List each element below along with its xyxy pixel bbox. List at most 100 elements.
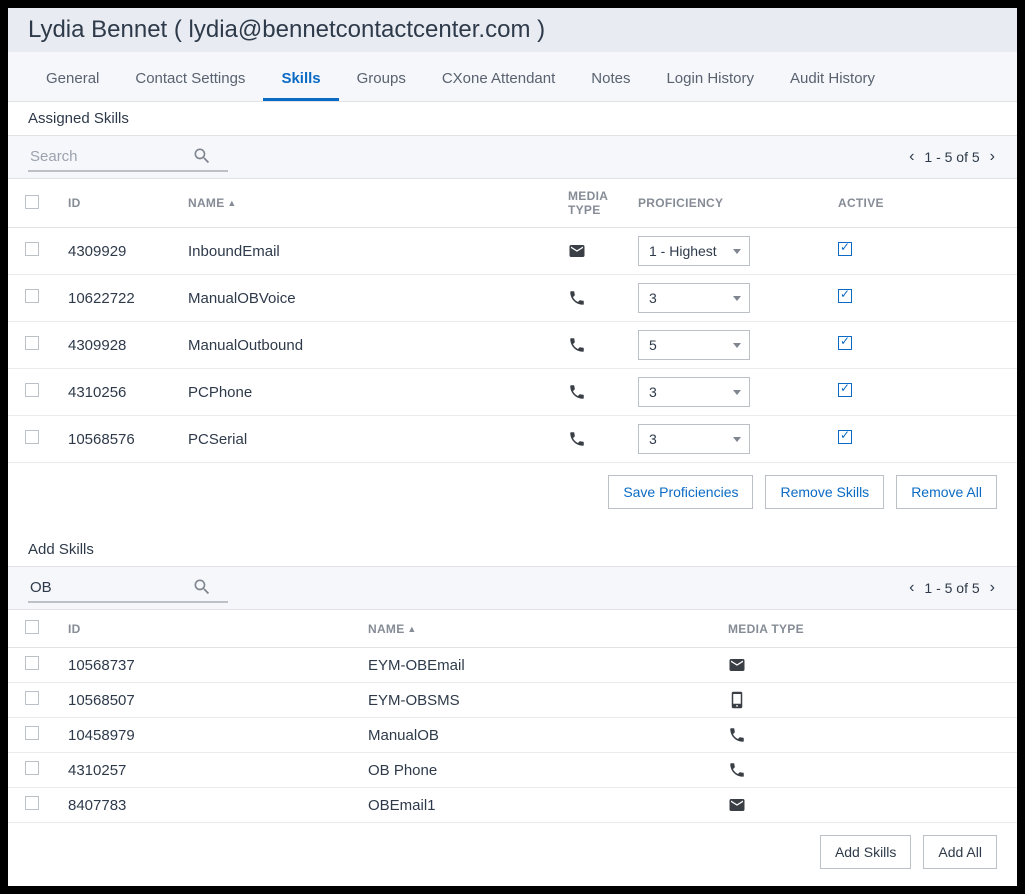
cell-name: ManualOB [356, 718, 716, 753]
cell-id: 10568507 [56, 683, 356, 718]
add-pager-text: 1 - 5 of 5 [924, 580, 979, 596]
col-id[interactable]: ID [56, 610, 356, 648]
phone-icon [716, 753, 1017, 788]
chevron-right-icon[interactable]: › [988, 148, 997, 166]
proficiency-select[interactable]: 1 - Highest [638, 236, 750, 266]
row-checkbox[interactable] [25, 242, 39, 256]
tab-contact-settings[interactable]: Contact Settings [117, 52, 263, 101]
add-skills-button[interactable]: Add Skills [820, 835, 911, 869]
phone-icon [556, 416, 626, 463]
proficiency-select[interactable]: 3 [638, 424, 750, 454]
add-table: ID NAME MEDIA TYPE 10568737EYM-OBEmail10… [8, 610, 1017, 823]
table-row: 10622722ManualOBVoice 3 [8, 275, 1017, 322]
row-checkbox[interactable] [25, 726, 39, 740]
phone-icon [716, 718, 1017, 753]
cell-id: 4309928 [56, 322, 176, 369]
add-pager: ‹ 1 - 5 of 5 › [907, 579, 997, 597]
tab-audit-history[interactable]: Audit History [772, 52, 893, 101]
row-checkbox[interactable] [25, 383, 39, 397]
row-checkbox[interactable] [25, 656, 39, 670]
assigned-pager: ‹ 1 - 5 of 5 › [907, 148, 997, 166]
chevron-left-icon[interactable]: ‹ [907, 579, 916, 597]
cell-name: ManualOutbound [176, 322, 556, 369]
cell-id: 10622722 [56, 275, 176, 322]
cell-id: 10568737 [56, 648, 356, 683]
col-media[interactable]: MEDIA TYPE [556, 179, 626, 228]
cell-name: InboundEmail [176, 228, 556, 275]
table-row: 10568507EYM-OBSMS [8, 683, 1017, 718]
assigned-toolbar: ‹ 1 - 5 of 5 › [8, 136, 1017, 179]
proficiency-select[interactable]: 3 [638, 377, 750, 407]
active-checkbox[interactable] [838, 383, 852, 397]
save-proficiencies-button[interactable]: Save Proficiencies [608, 475, 753, 509]
cell-name: PCSerial [176, 416, 556, 463]
col-name[interactable]: NAME [176, 179, 556, 228]
select-all-checkbox[interactable] [25, 620, 39, 634]
cell-id: 4310256 [56, 369, 176, 416]
phone-icon [556, 369, 626, 416]
email-icon [716, 648, 1017, 683]
tab-groups[interactable]: Groups [339, 52, 424, 101]
email-icon [556, 228, 626, 275]
chevron-left-icon[interactable]: ‹ [907, 148, 916, 166]
add-search-input[interactable] [28, 578, 188, 597]
row-checkbox[interactable] [25, 430, 39, 444]
search-icon[interactable] [192, 146, 212, 166]
cell-id: 8407783 [56, 788, 356, 823]
proficiency-select[interactable]: 5 [638, 330, 750, 360]
table-row: 4310257OB Phone [8, 753, 1017, 788]
active-checkbox[interactable] [838, 242, 852, 256]
assigned-search-input[interactable] [28, 147, 188, 166]
table-row: 8407783OBEmail1 [8, 788, 1017, 823]
search-icon[interactable] [192, 577, 212, 597]
table-row: 4309928ManualOutbound 5 [8, 322, 1017, 369]
chevron-right-icon[interactable]: › [988, 579, 997, 597]
tab-cxone-attendant[interactable]: CXone Attendant [424, 52, 573, 101]
add-all-button[interactable]: Add All [923, 835, 997, 869]
table-row: 10568737EYM-OBEmail [8, 648, 1017, 683]
tab-login-history[interactable]: Login History [648, 52, 772, 101]
row-checkbox[interactable] [25, 761, 39, 775]
select-all-checkbox[interactable] [25, 195, 39, 209]
email-icon [716, 788, 1017, 823]
cell-id: 4309929 [56, 228, 176, 275]
row-checkbox[interactable] [25, 796, 39, 810]
cell-name: EYM-OBSMS [356, 683, 716, 718]
tab-notes[interactable]: Notes [573, 52, 648, 101]
active-checkbox[interactable] [838, 430, 852, 444]
table-row: 4310256PCPhone 3 [8, 369, 1017, 416]
cell-name: PCPhone [176, 369, 556, 416]
row-checkbox[interactable] [25, 289, 39, 303]
tab-skills[interactable]: Skills [263, 52, 338, 101]
col-name[interactable]: NAME [356, 610, 716, 648]
page-title: Lydia Bennet ( lydia@bennetcontactcenter… [8, 8, 1017, 52]
active-checkbox[interactable] [838, 336, 852, 350]
cell-name: ManualOBVoice [176, 275, 556, 322]
table-row: 4309929InboundEmail 1 - Highest [8, 228, 1017, 275]
assigned-table: ID NAME MEDIA TYPE PROFICIENCY ACTIVE 43… [8, 179, 1017, 463]
cell-name: OB Phone [356, 753, 716, 788]
remove-all-button[interactable]: Remove All [896, 475, 997, 509]
table-row: 10458979ManualOB [8, 718, 1017, 753]
remove-skills-button[interactable]: Remove Skills [765, 475, 884, 509]
mobile-icon [716, 683, 1017, 718]
assigned-section-title: Assigned Skills [8, 102, 1017, 136]
table-row: 10568576PCSerial 3 [8, 416, 1017, 463]
cell-name: OBEmail1 [356, 788, 716, 823]
cell-name: EYM-OBEmail [356, 648, 716, 683]
tab-general[interactable]: General [28, 52, 117, 101]
assigned-pager-text: 1 - 5 of 5 [924, 149, 979, 165]
row-checkbox[interactable] [25, 336, 39, 350]
add-toolbar: ‹ 1 - 5 of 5 › [8, 567, 1017, 610]
cell-id: 10458979 [56, 718, 356, 753]
cell-id: 4310257 [56, 753, 356, 788]
proficiency-select[interactable]: 3 [638, 283, 750, 313]
row-checkbox[interactable] [25, 691, 39, 705]
col-id[interactable]: ID [56, 179, 176, 228]
phone-icon [556, 322, 626, 369]
cell-id: 10568576 [56, 416, 176, 463]
active-checkbox[interactable] [838, 289, 852, 303]
col-active[interactable]: ACTIVE [826, 179, 1017, 228]
col-media[interactable]: MEDIA TYPE [716, 610, 1017, 648]
col-proficiency[interactable]: PROFICIENCY [626, 179, 826, 228]
